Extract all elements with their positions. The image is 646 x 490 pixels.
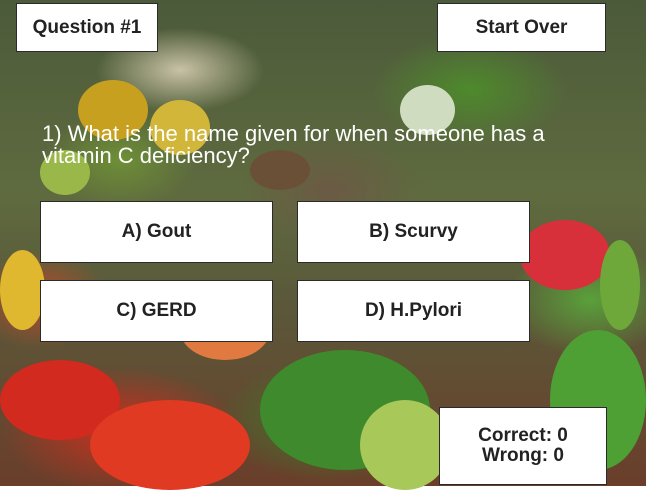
answer-c-label: C) GERD — [116, 300, 197, 321]
question-text: 1) What is the name given for when someo… — [42, 121, 545, 168]
answer-d-label: D) H.Pylori — [364, 300, 463, 321]
answer-a-label: A) Gout — [121, 221, 192, 242]
score-panel: Correct: 0 Wrong: 0 — [439, 407, 607, 485]
answer-b-label: B) Scurvy — [369, 221, 458, 242]
answer-d-button[interactable]: D) H.Pylori — [297, 280, 530, 342]
correct-count: Correct: 0 — [478, 425, 568, 446]
wrong-count: Wrong: 0 — [482, 445, 564, 466]
answer-c-button[interactable]: C) GERD — [40, 280, 273, 342]
question-number-text: Question #1 — [32, 16, 142, 38]
answer-a-button[interactable]: A) Gout — [40, 201, 273, 263]
question-number-label: Question #1 — [16, 3, 158, 52]
answer-b-button[interactable]: B) Scurvy — [297, 201, 530, 263]
start-over-label: Start Over — [475, 16, 568, 38]
start-over-button[interactable]: Start Over — [437, 3, 606, 52]
